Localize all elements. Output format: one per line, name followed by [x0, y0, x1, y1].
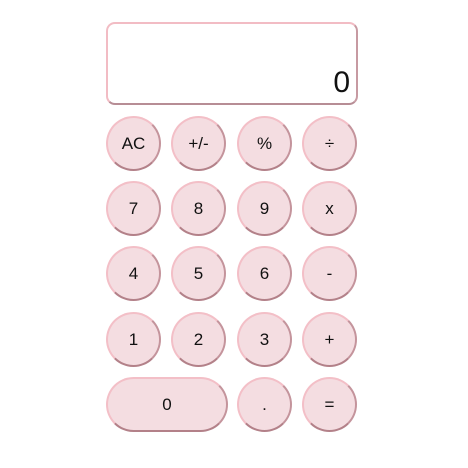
digit-8-button[interactable]: 8: [171, 181, 226, 236]
toggle-sign-button[interactable]: +/-: [171, 116, 226, 171]
digit-2-button[interactable]: 2: [171, 312, 226, 367]
digit-7-button[interactable]: 7: [106, 181, 161, 236]
subtract-button[interactable]: -: [302, 246, 357, 301]
calculator: 0 AC +/- % ÷ 7 8 9 x 4 5 6 - 1 2 3 + 0 .…: [106, 22, 358, 434]
add-button[interactable]: +: [302, 312, 357, 367]
display-value: 0: [333, 66, 350, 99]
divide-button[interactable]: ÷: [302, 116, 357, 171]
digit-4-button[interactable]: 4: [106, 246, 161, 301]
digit-3-button[interactable]: 3: [237, 312, 292, 367]
multiply-button[interactable]: x: [302, 181, 357, 236]
display-panel: 0: [106, 22, 358, 105]
digit-0-button[interactable]: 0: [106, 377, 228, 432]
digit-9-button[interactable]: 9: [237, 181, 292, 236]
digit-1-button[interactable]: 1: [106, 312, 161, 367]
digit-5-button[interactable]: 5: [171, 246, 226, 301]
equals-button[interactable]: =: [302, 377, 357, 432]
percent-button[interactable]: %: [237, 116, 292, 171]
digit-6-button[interactable]: 6: [237, 246, 292, 301]
clear-button[interactable]: AC: [106, 116, 161, 171]
decimal-button[interactable]: .: [237, 377, 292, 432]
